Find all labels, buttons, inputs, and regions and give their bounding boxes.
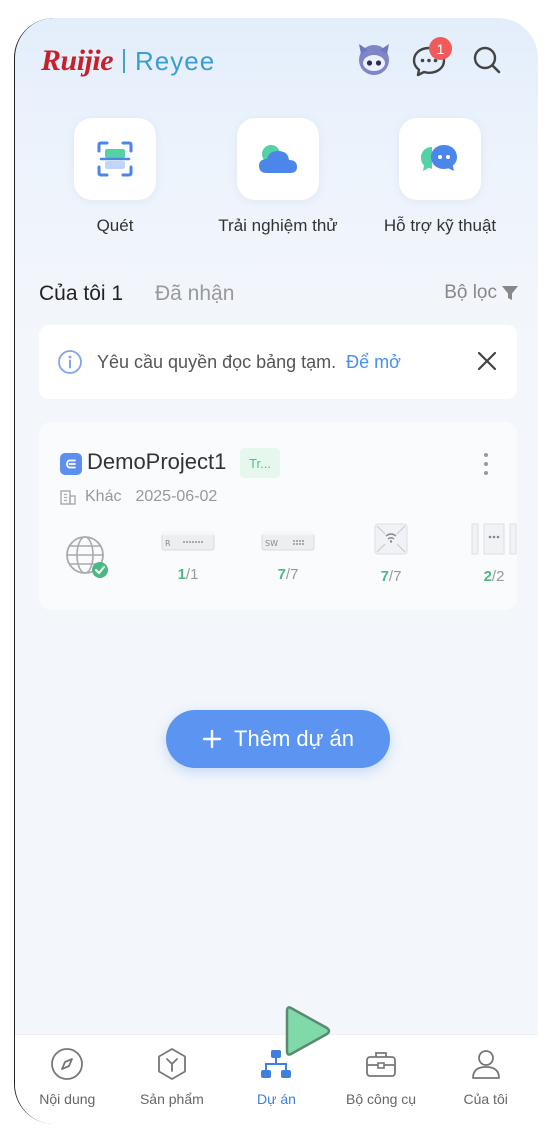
nav-products[interactable]: Sản phẩm bbox=[120, 1035, 225, 1124]
add-project-button[interactable]: Thêm dự án bbox=[166, 710, 390, 768]
router-icon: R bbox=[161, 531, 215, 551]
bridge-count: 2/2 bbox=[483, 568, 505, 585]
nav-label: Dự án bbox=[257, 1091, 296, 1107]
quick-action-scan[interactable]: Quét bbox=[35, 118, 195, 236]
nav-toolbox[interactable]: Bộ công cụ bbox=[329, 1035, 434, 1124]
close-icon[interactable] bbox=[475, 349, 499, 373]
notice-text: Yêu cầu quyền đọc bảng tạm. bbox=[97, 351, 337, 372]
nav-label: Của tôi bbox=[463, 1091, 508, 1107]
quick-action-label: Quét bbox=[96, 216, 134, 235]
bridge-icon bbox=[471, 523, 517, 555]
device-switch[interactable]: SW 7/7 bbox=[261, 528, 315, 583]
nav-label: Nội dung bbox=[39, 1091, 96, 1107]
header: Ruijie Reyee 1 bbox=[15, 18, 538, 108]
router-count: 1/1 bbox=[177, 566, 199, 583]
brand-divider bbox=[123, 49, 126, 73]
quick-action-support[interactable]: Hỗ trợ kỹ thuật bbox=[360, 118, 520, 236]
quick-action-trial[interactable]: Trải nghiệm thử bbox=[198, 118, 358, 236]
tab-mine[interactable]: Của tôi 1 bbox=[39, 282, 123, 306]
device-bridge[interactable]: 2/2 bbox=[471, 523, 517, 585]
quick-action-label: Trải nghiệm thử bbox=[218, 216, 338, 235]
building-icon bbox=[60, 490, 76, 505]
switch-icon: SW bbox=[261, 531, 315, 551]
clipboard-permission-notice: Yêu cầu quyền đọc bảng tạm. Để mở bbox=[39, 325, 517, 399]
play-overlay-icon[interactable] bbox=[277, 1002, 337, 1060]
support-tile[interactable] bbox=[399, 118, 481, 200]
nav-mine[interactable]: Của tôi bbox=[433, 1035, 538, 1124]
router-label: R bbox=[165, 539, 171, 548]
brand-logo: Ruijie Reyee bbox=[41, 44, 215, 78]
nav-label: Sản phẩm bbox=[139, 1091, 204, 1107]
project-logo-icon bbox=[60, 453, 82, 475]
filter-button[interactable]: Bộ lọc bbox=[444, 282, 519, 304]
switch-label: SW bbox=[265, 539, 278, 548]
toolbox-icon bbox=[366, 1052, 396, 1077]
more-options-icon[interactable] bbox=[483, 452, 489, 476]
project-name: DemoProject1 bbox=[87, 449, 227, 474]
nav-label: Bộ công cụ bbox=[346, 1091, 417, 1107]
internet-globe-icon bbox=[66, 536, 108, 578]
quick-action-label: Hỗ trợ kỹ thuật bbox=[383, 216, 497, 235]
app-screen: Ruijie Reyee 1 Quét Trải nghiệm thử Hỗ t… bbox=[14, 18, 538, 1124]
brand-reyee: Reyee bbox=[135, 45, 216, 76]
project-category: Khác bbox=[85, 488, 122, 505]
nav-content[interactable]: Nội dung bbox=[15, 1035, 120, 1124]
project-card[interactable]: DemoProject1 Tr... Khác 2025-06-02 R 1/1… bbox=[39, 422, 517, 610]
add-project-label: Thêm dự án bbox=[234, 726, 354, 751]
project-tabs: Của tôi 1 Đã nhận Bộ lọc bbox=[39, 282, 519, 312]
filter-icon bbox=[502, 286, 518, 300]
info-icon bbox=[58, 350, 82, 374]
switch-count: 7/7 bbox=[277, 566, 299, 583]
message-count-badge: 1 bbox=[429, 37, 452, 60]
support-chat-icon bbox=[421, 145, 457, 171]
plus-icon bbox=[202, 729, 222, 749]
project-date: 2025-06-02 bbox=[135, 488, 218, 505]
scan-icon bbox=[97, 141, 133, 177]
compass-icon bbox=[51, 1048, 84, 1080]
device-router[interactable]: R 1/1 bbox=[161, 528, 215, 583]
filter-label: Bộ lọc bbox=[444, 282, 497, 303]
assistant-mascot-icon[interactable] bbox=[355, 40, 393, 78]
project-tag: Tr... bbox=[240, 448, 280, 478]
tab-received[interactable]: Đã nhận bbox=[155, 282, 234, 306]
access-point-count: 7/7 bbox=[380, 568, 402, 585]
trial-tile[interactable] bbox=[237, 118, 319, 200]
project-meta: Khác 2025-06-02 bbox=[59, 488, 217, 506]
cloud-icon bbox=[259, 145, 297, 173]
scan-tile[interactable] bbox=[74, 118, 156, 200]
product-icon bbox=[157, 1048, 186, 1080]
notice-open-link[interactable]: Để mở bbox=[346, 352, 401, 373]
user-icon bbox=[471, 1050, 500, 1079]
brand-ruijie: Ruijie bbox=[41, 44, 114, 77]
access-point-icon bbox=[374, 523, 408, 555]
device-access-point[interactable]: 7/7 bbox=[373, 523, 409, 585]
search-icon[interactable] bbox=[471, 44, 503, 76]
